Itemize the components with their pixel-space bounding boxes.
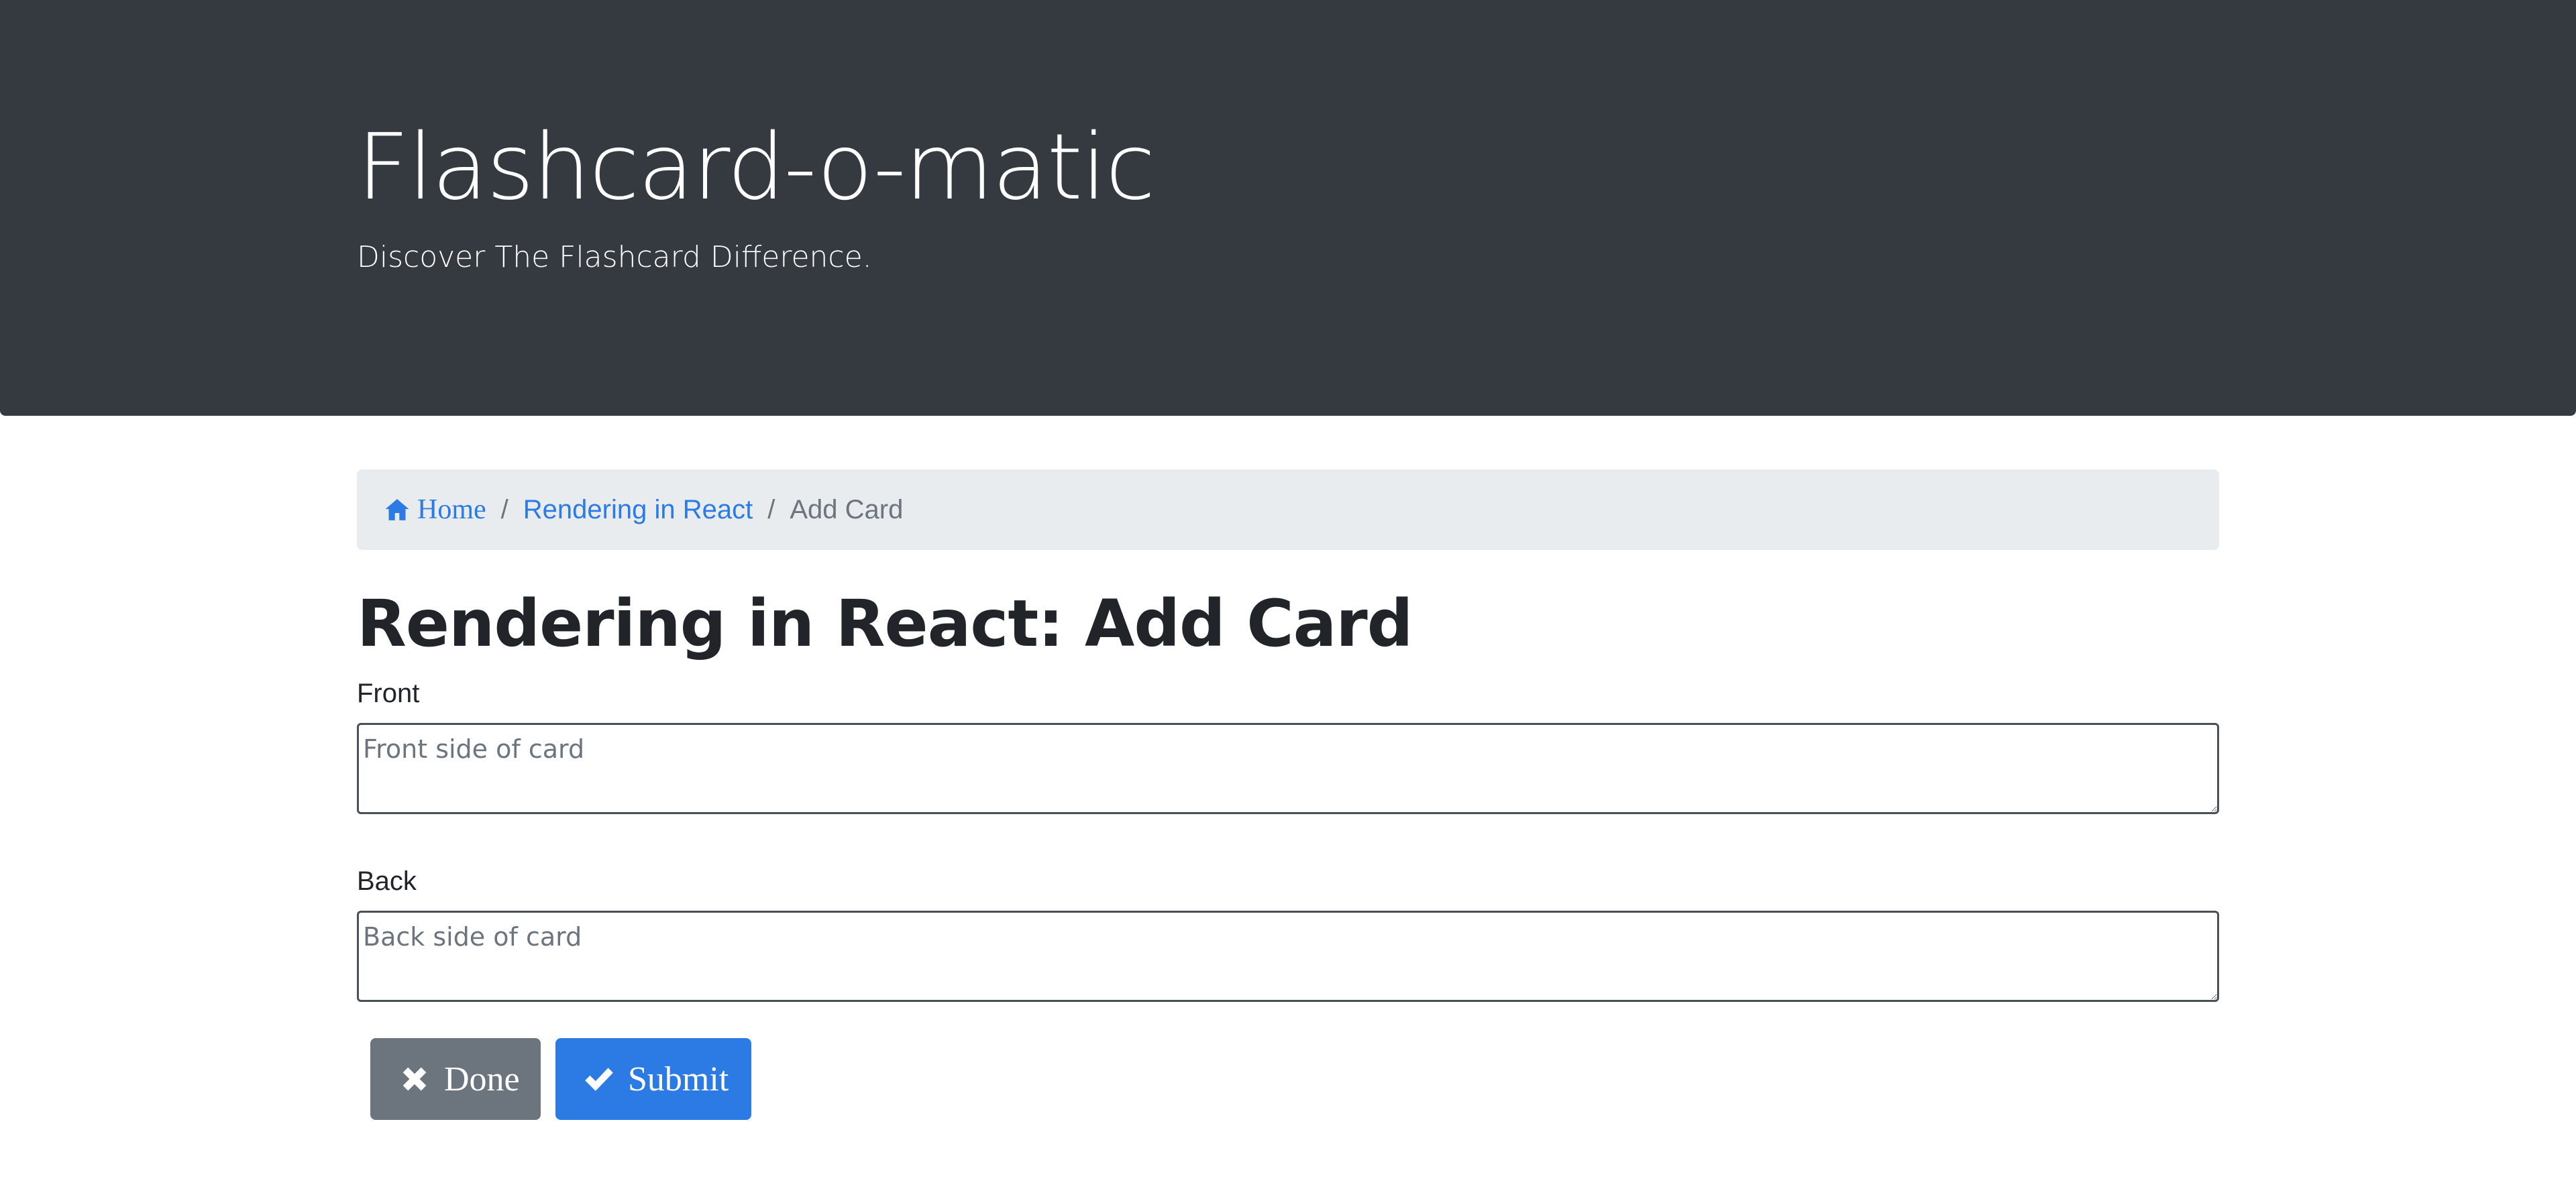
- page-title: Rendering in React: Add Card: [357, 586, 1413, 661]
- breadcrumb-separator: /: [500, 494, 508, 524]
- app-subtitle: Discover The Flashcard Difference.: [357, 240, 872, 274]
- close-icon: [402, 1067, 427, 1091]
- back-group: Back: [357, 861, 2219, 1002]
- back-label: Back: [357, 866, 417, 896]
- breadcrumb-home-label: Home: [417, 494, 486, 525]
- submit-button[interactable]: Submit: [555, 1038, 751, 1120]
- checkmark-icon: [585, 1068, 613, 1091]
- breadcrumb-deck-link[interactable]: Rendering in React: [523, 495, 753, 525]
- breadcrumb-separator: /: [767, 494, 775, 524]
- app-title: Flashcard-o-matic: [357, 115, 1155, 221]
- breadcrumb-current: Add Card: [790, 494, 904, 524]
- breadcrumb-home-link[interactable]: Home: [384, 494, 486, 526]
- done-button[interactable]: Done: [370, 1038, 541, 1120]
- header-content: Flashcard-o-matic Discover The Flashcard…: [357, 114, 2219, 278]
- header-jumbotron: Flashcard-o-matic Discover The Flashcard…: [0, 0, 2576, 416]
- front-group: Front: [357, 673, 2219, 814]
- front-label: Front: [357, 679, 420, 708]
- add-card-form: Front Back Done Submit: [357, 673, 2219, 1120]
- breadcrumb: Home / Rendering in React / Add Card: [357, 469, 2219, 550]
- front-textarea[interactable]: [357, 723, 2219, 814]
- back-textarea[interactable]: [357, 911, 2219, 1002]
- submit-label: Submit: [628, 1060, 729, 1098]
- main-container: Home / Rendering in React / Add Card Ren…: [357, 469, 2219, 1120]
- done-label: Done: [444, 1060, 520, 1098]
- form-actions: Done Submit: [370, 1038, 2219, 1120]
- home-icon: [384, 496, 411, 523]
